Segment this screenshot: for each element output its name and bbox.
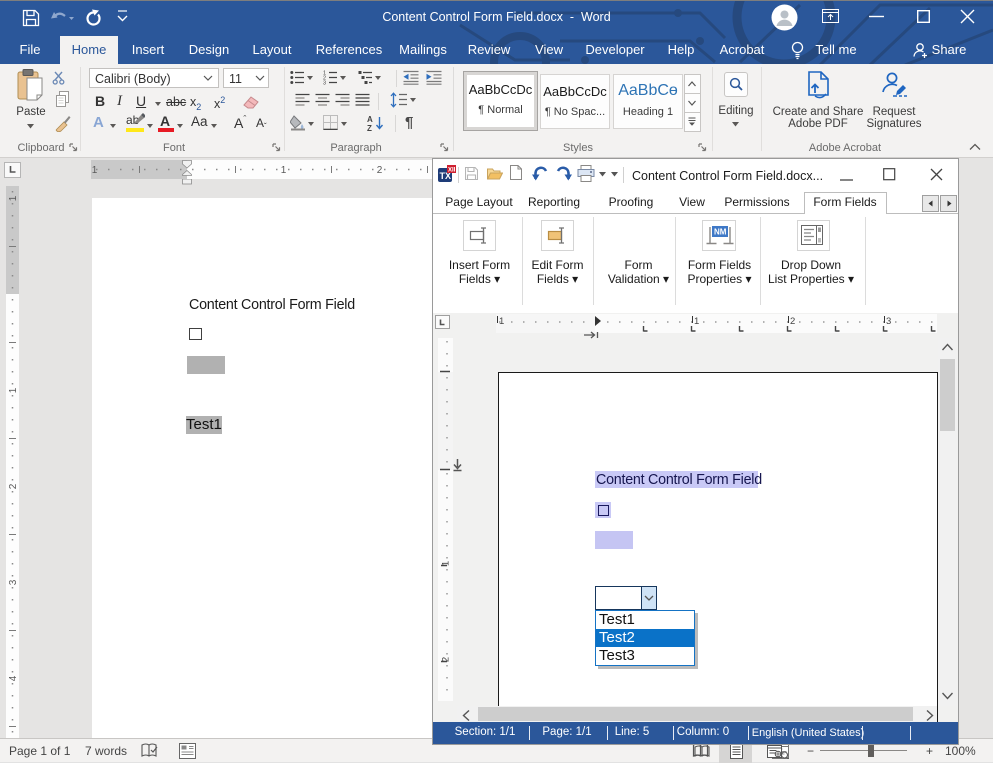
svg-text:XII: XII	[448, 168, 456, 174]
svg-text:1: 1	[694, 316, 699, 327]
svg-text:2: 2	[8, 483, 19, 489]
svg-text:2: 2	[790, 316, 795, 327]
svg-text:4: 4	[8, 675, 19, 681]
svg-text:NM: NM	[714, 228, 727, 237]
svg-text:1: 1	[8, 195, 19, 201]
svg-text:A: A	[367, 115, 373, 124]
svg-text:1: 1	[92, 165, 98, 176]
svg-text:1: 1	[8, 387, 19, 393]
svg-text:Z: Z	[367, 124, 372, 131]
svg-text:1: 1	[499, 316, 504, 327]
svg-text:3: 3	[886, 316, 891, 327]
svg-text:3: 3	[323, 81, 326, 86]
svg-text:3: 3	[8, 579, 19, 585]
svg-text:1: 1	[281, 165, 287, 176]
svg-text:2: 2	[377, 165, 383, 176]
